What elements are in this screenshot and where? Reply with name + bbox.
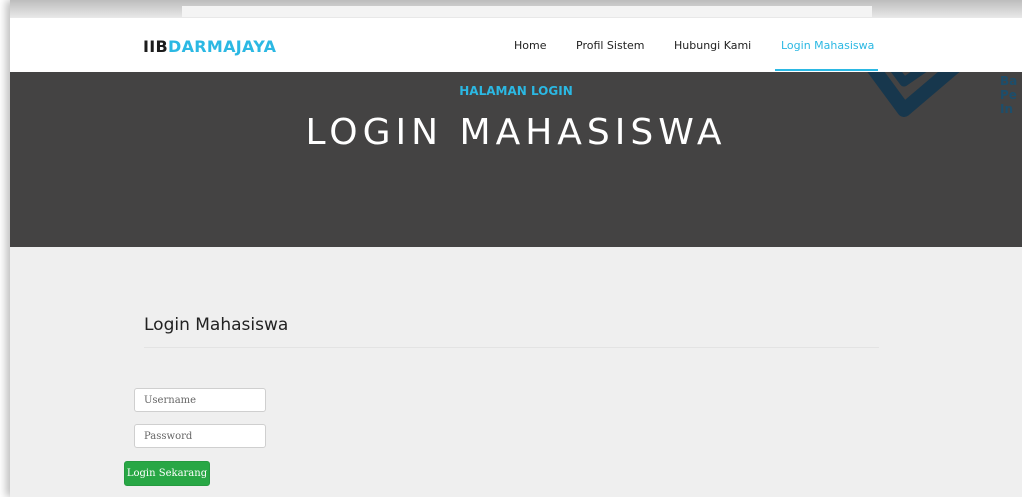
- browser-window: IIBDARMAJAYA Home Profil Sistem Hubungi …: [10, 0, 1022, 497]
- logo-text-line: In: [1000, 102, 1014, 116]
- brand-logo[interactable]: IIBDARMAJAYA: [143, 37, 276, 56]
- nav-item-hubungi-kami[interactable]: Hubungi Kami: [674, 39, 751, 52]
- brand-suffix: DARMAJAYA: [168, 37, 277, 56]
- nav-item-login-mahasiswa[interactable]: Login Mahasiswa: [781, 39, 874, 52]
- login-button[interactable]: Login Sekarang: [124, 461, 210, 486]
- brand-prefix: IIB: [143, 37, 169, 56]
- form-title: Login Mahasiswa: [144, 315, 289, 335]
- logo-text-line: Pe: [1000, 88, 1017, 102]
- window-top-strip: [182, 6, 872, 17]
- navbar: IIBDARMAJAYA Home Profil Sistem Hubungi …: [10, 18, 1022, 72]
- section-divider: [144, 347, 879, 348]
- password-input[interactable]: [134, 424, 266, 448]
- logo-text: Ba Pe In: [1000, 74, 1017, 116]
- username-input[interactable]: [134, 388, 266, 412]
- hero-banner: HALAMAN LOGIN LOGIN MAHASISWA Ba Pe In: [10, 72, 1022, 247]
- nav-item-profil-sistem[interactable]: Profil Sistem: [576, 39, 645, 52]
- nav-active-underline: [775, 69, 878, 71]
- chevron-logo-icon: [867, 72, 960, 117]
- logo-text-line: Ba: [1000, 74, 1018, 88]
- nav-item-home[interactable]: Home: [514, 39, 546, 52]
